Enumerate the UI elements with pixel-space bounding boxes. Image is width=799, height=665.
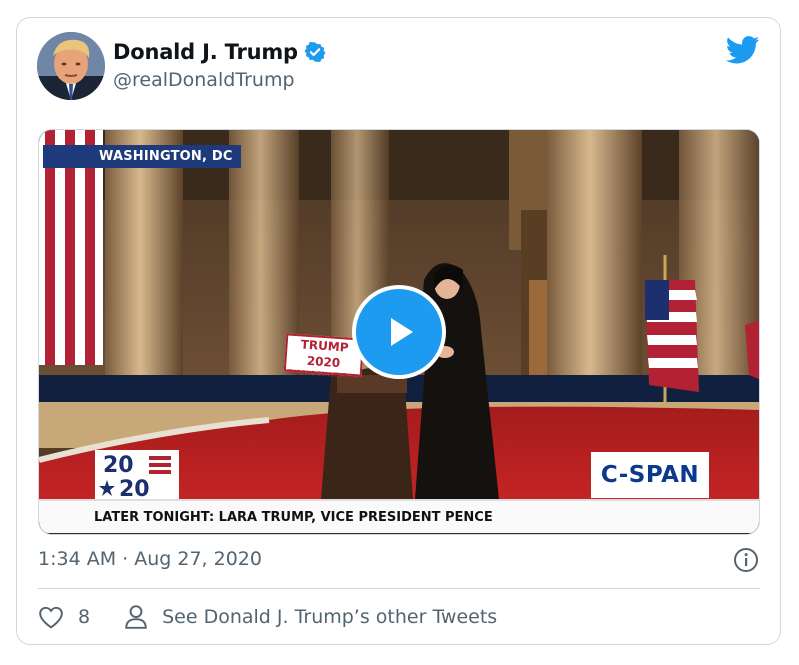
action-row: 8 See Donald J. Trump’s other Tweets: [38, 604, 497, 630]
divider: [38, 588, 760, 589]
heart-icon: [39, 606, 63, 629]
chyron: LATER TONIGHT: LARA TRUMP, VICE PRESIDEN…: [39, 499, 759, 533]
person-icon: [125, 605, 147, 629]
like-count: 8: [78, 606, 91, 628]
see-other-tweets-label: See Donald J. Trump’s other Tweets: [162, 606, 498, 628]
info-icon[interactable]: [733, 547, 759, 573]
play-icon: [391, 318, 413, 346]
tweet-timestamp[interactable]: 1:34 AM · Aug 27, 2020: [38, 548, 262, 570]
author-handle[interactable]: @realDonaldTrump: [113, 69, 295, 91]
podium-sign-main: TRUMP 2020: [300, 337, 350, 371]
like-button[interactable]: 8: [38, 605, 90, 629]
tweet-card[interactable]: Donald J. Trump @realDonaldTrump WASHING…: [16, 17, 781, 645]
location-tag: WASHINGTON, DC: [43, 145, 241, 168]
play-button[interactable]: [352, 285, 446, 379]
logo-2020-art: 20 20: [99, 453, 171, 502]
video-player[interactable]: WASHINGTON, DC TRUMP 2020 THE RNC CONVEN…: [38, 129, 760, 535]
avatar-image: [37, 32, 105, 100]
svg-text:20: 20: [119, 477, 150, 500]
network-logo: C-SPAN: [591, 452, 709, 498]
svg-text:20: 20: [103, 453, 134, 478]
verified-badge-icon: [304, 41, 326, 62]
twitter-bird-icon[interactable]: [726, 36, 760, 64]
author-name[interactable]: Donald J. Trump: [113, 40, 298, 64]
avatar[interactable]: [37, 32, 105, 100]
see-other-tweets-link[interactable]: See Donald J. Trump’s other Tweets: [124, 604, 497, 630]
logo-2020: 20 20: [95, 450, 179, 502]
